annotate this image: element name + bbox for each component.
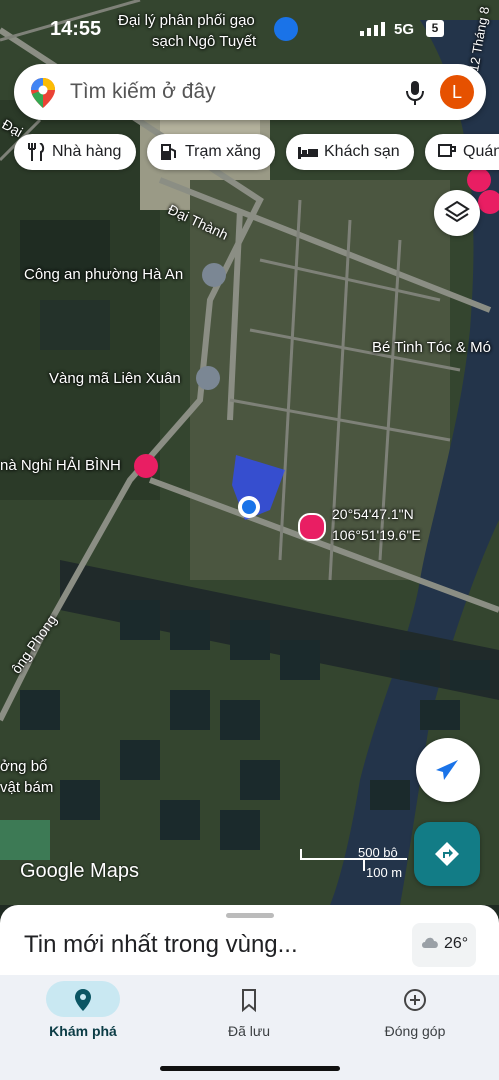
map-label-nha-nghi[interactable]: nà Nghỉ HẢI BÌNH — [0, 457, 121, 474]
add-circle-icon — [404, 989, 426, 1011]
chip-restaurants[interactable]: Nhà hàng — [14, 134, 136, 170]
my-location-button[interactable] — [416, 738, 480, 802]
saved-heart-icon[interactable] — [467, 168, 491, 192]
dropped-pin-heart-icon[interactable] — [298, 513, 326, 541]
weather-chip[interactable]: 26° — [412, 923, 476, 967]
status-bar: 14:55 5G 5 — [0, 14, 499, 44]
home-indicator[interactable] — [160, 1066, 340, 1071]
mic-icon[interactable] — [404, 80, 426, 106]
navigation-arrow-icon — [436, 760, 458, 780]
shop-pin-icon[interactable] — [196, 366, 220, 390]
bottom-navigation: Khám phá Đã lưu Đóng góp — [0, 975, 499, 1080]
scale-top: 500 bộ — [358, 845, 398, 860]
map-view[interactable]: 14:55 5G 5 Đại lý phân phối gạo sạch Ngô… — [0, 0, 499, 905]
sheet-handle[interactable] — [226, 913, 274, 918]
current-location-dot — [238, 496, 260, 518]
signal-icon — [360, 22, 385, 36]
hotel-pin-icon[interactable] — [134, 454, 158, 478]
nav-label: Khám phá — [49, 1023, 117, 1039]
cafe-icon — [438, 144, 456, 157]
nav-saved[interactable]: Đã lưu — [166, 975, 332, 1055]
directions-icon — [435, 842, 459, 866]
explore-pin-icon — [75, 989, 91, 1011]
map-scale: 500 bộ 100 m — [300, 845, 408, 881]
status-time: 14:55 — [50, 18, 102, 40]
map-label-vang-ma[interactable]: Vàng mã Liên Xuân — [49, 370, 181, 387]
search-placeholder[interactable]: Tìm kiếm ở đây — [70, 80, 216, 104]
map-label-dong-bo[interactable]: ởng bổ — [0, 758, 47, 775]
fork-knife-icon — [28, 143, 45, 161]
chip-label: Nhà hàng — [52, 143, 122, 160]
chip-cafe[interactable]: Quán — [425, 134, 499, 170]
nav-label: Đóng góp — [384, 1023, 446, 1039]
bookmark-icon — [242, 989, 256, 1013]
cloud-icon — [422, 937, 438, 948]
google-maps-pin-icon — [31, 78, 55, 108]
weather-temp: 26° — [444, 935, 469, 952]
chip-label: Quán — [463, 143, 499, 160]
battery-icon: 5 — [426, 20, 444, 37]
map-label-be-tinh[interactable]: Bé Tinh Tóc & Mó — [372, 339, 491, 356]
layers-button[interactable] — [434, 190, 480, 236]
layers-icon — [444, 200, 470, 223]
directions-button[interactable] — [414, 822, 480, 886]
chip-label: Khách sạn — [324, 143, 400, 160]
coordinate-lon: 106°51'19.6"E — [332, 527, 421, 543]
nav-explore[interactable]: Khám phá — [0, 975, 166, 1055]
gas-station-icon — [161, 144, 176, 160]
bottom-sheet[interactable]: Tin mới nhất trong vùng... 26° — [0, 905, 499, 985]
map-label-police[interactable]: Công an phường Hà An — [24, 266, 183, 283]
saved-heart-icon[interactable] — [478, 190, 499, 214]
bed-icon — [298, 147, 318, 159]
nav-label: Đã lưu — [227, 1023, 271, 1039]
government-building-icon[interactable] — [202, 263, 226, 287]
coordinate-lat: 20°54'47.1"N — [332, 506, 414, 522]
google-maps-logo: Google Maps — [20, 860, 139, 882]
map-label-vat-bam[interactable]: vật bám — [0, 779, 53, 796]
chip-label: Trạm xăng — [185, 143, 261, 160]
nav-contribute[interactable]: Đóng góp — [332, 975, 498, 1055]
sheet-title[interactable]: Tin mới nhất trong vùng... — [24, 931, 298, 959]
search-bar[interactable]: Tìm kiếm ở đây L — [14, 64, 486, 120]
chip-gas-station[interactable]: Trạm xăng — [147, 134, 275, 170]
avatar[interactable]: L — [440, 75, 474, 109]
scale-bottom: 100 m — [366, 865, 403, 880]
chip-hotels[interactable]: Khách sạn — [286, 134, 414, 170]
network-type: 5G — [394, 21, 415, 38]
